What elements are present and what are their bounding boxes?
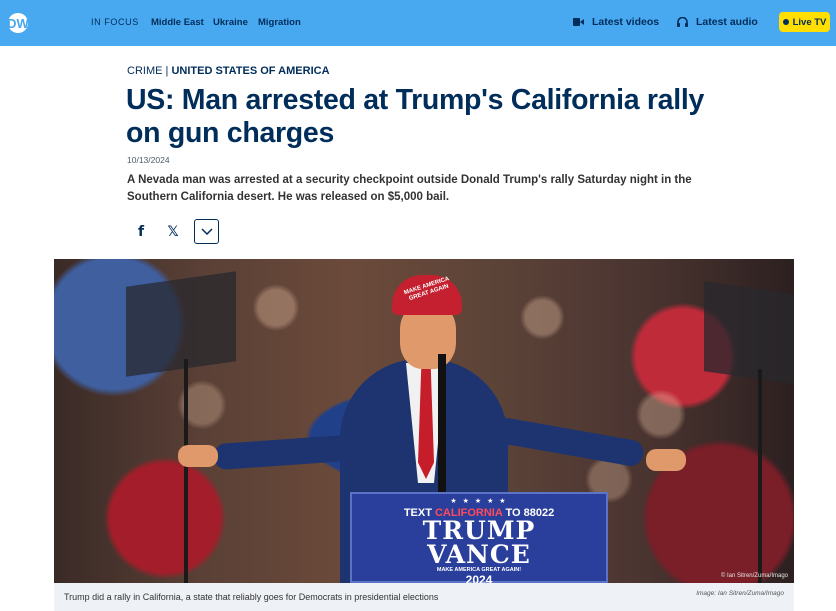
image-caption: Trump did a rally in California, a state… [64,592,439,602]
live-tv-button[interactable]: Live TV [779,12,830,32]
left-teleprompter-stand [184,359,188,583]
logo-left-circle: DW [7,13,29,33]
facebook-icon: f [137,224,145,240]
article-teaser: A Nevada man was arrested at a security … [127,174,692,203]
podium-name-vance: VANCE [427,540,531,569]
facebook-share-button[interactable]: f [128,219,154,245]
article-date: 10/13/2024 [127,155,170,165]
photo-overlay-credit: © Ian Sitren/Zuma/Imago [720,573,788,579]
x-icon: 𝕏 [167,224,179,240]
live-dot-icon [782,19,789,25]
article-headline: US: Man arrested at Trump's California r… [126,84,704,149]
article-hero-image[interactable]: MAKE AMERICA GREAT AGAIN ★ ★ ★ ★ ★ TEXT … [54,259,794,583]
microphone-stand [438,354,446,494]
more-share-options-button[interactable] [194,219,219,244]
speaker-right-hand [646,449,686,471]
article-kicker: CRIME | UNITED STATES OF AMERICA [127,65,330,77]
latest-audio-link[interactable]: Latest audio [677,16,758,28]
image-credit: Image: Ian Sitren/Zuma/Imago [696,590,784,597]
category-link[interactable]: CRIME [127,65,162,77]
topic-link-ukraine[interactable]: Ukraine [213,17,248,28]
in-focus-label: IN FOCUS [91,17,139,27]
podium-year: 2024 [465,573,493,583]
headphones-icon [677,17,688,27]
image-caption-bar: Trump did a rally in California, a state… [54,583,794,611]
topic-link-migration[interactable]: Migration [258,17,301,28]
dw-logo[interactable]: DW [7,8,48,38]
podium-sign: ★ ★ ★ ★ ★ TEXT CALIFORNIA TO 88022 TRUMP… [350,492,608,583]
country-link[interactable]: UNITED STATES OF AMERICA [171,65,329,77]
top-navigation-bar: DW IN FOCUS Middle East Ukraine Migratio… [0,0,836,46]
video-camera-icon [573,18,584,26]
logo-text: DW [7,15,29,31]
live-tv-label: Live TV [792,16,827,28]
left-teleprompter [126,271,236,377]
kicker-separator: | [165,65,169,77]
x-share-button[interactable]: 𝕏 [160,219,186,245]
topic-link-middle-east[interactable]: Middle East [151,17,204,28]
podium-stars: ★ ★ ★ ★ ★ [450,498,508,505]
right-teleprompter-stand [758,369,762,583]
chevron-down-icon [200,228,213,235]
latest-videos-label: Latest videos [592,16,660,28]
latest-videos-link[interactable]: Latest videos [573,16,659,28]
latest-audio-label: Latest audio [696,16,758,28]
speaker-left-hand [178,445,218,467]
right-teleprompter [704,281,794,387]
